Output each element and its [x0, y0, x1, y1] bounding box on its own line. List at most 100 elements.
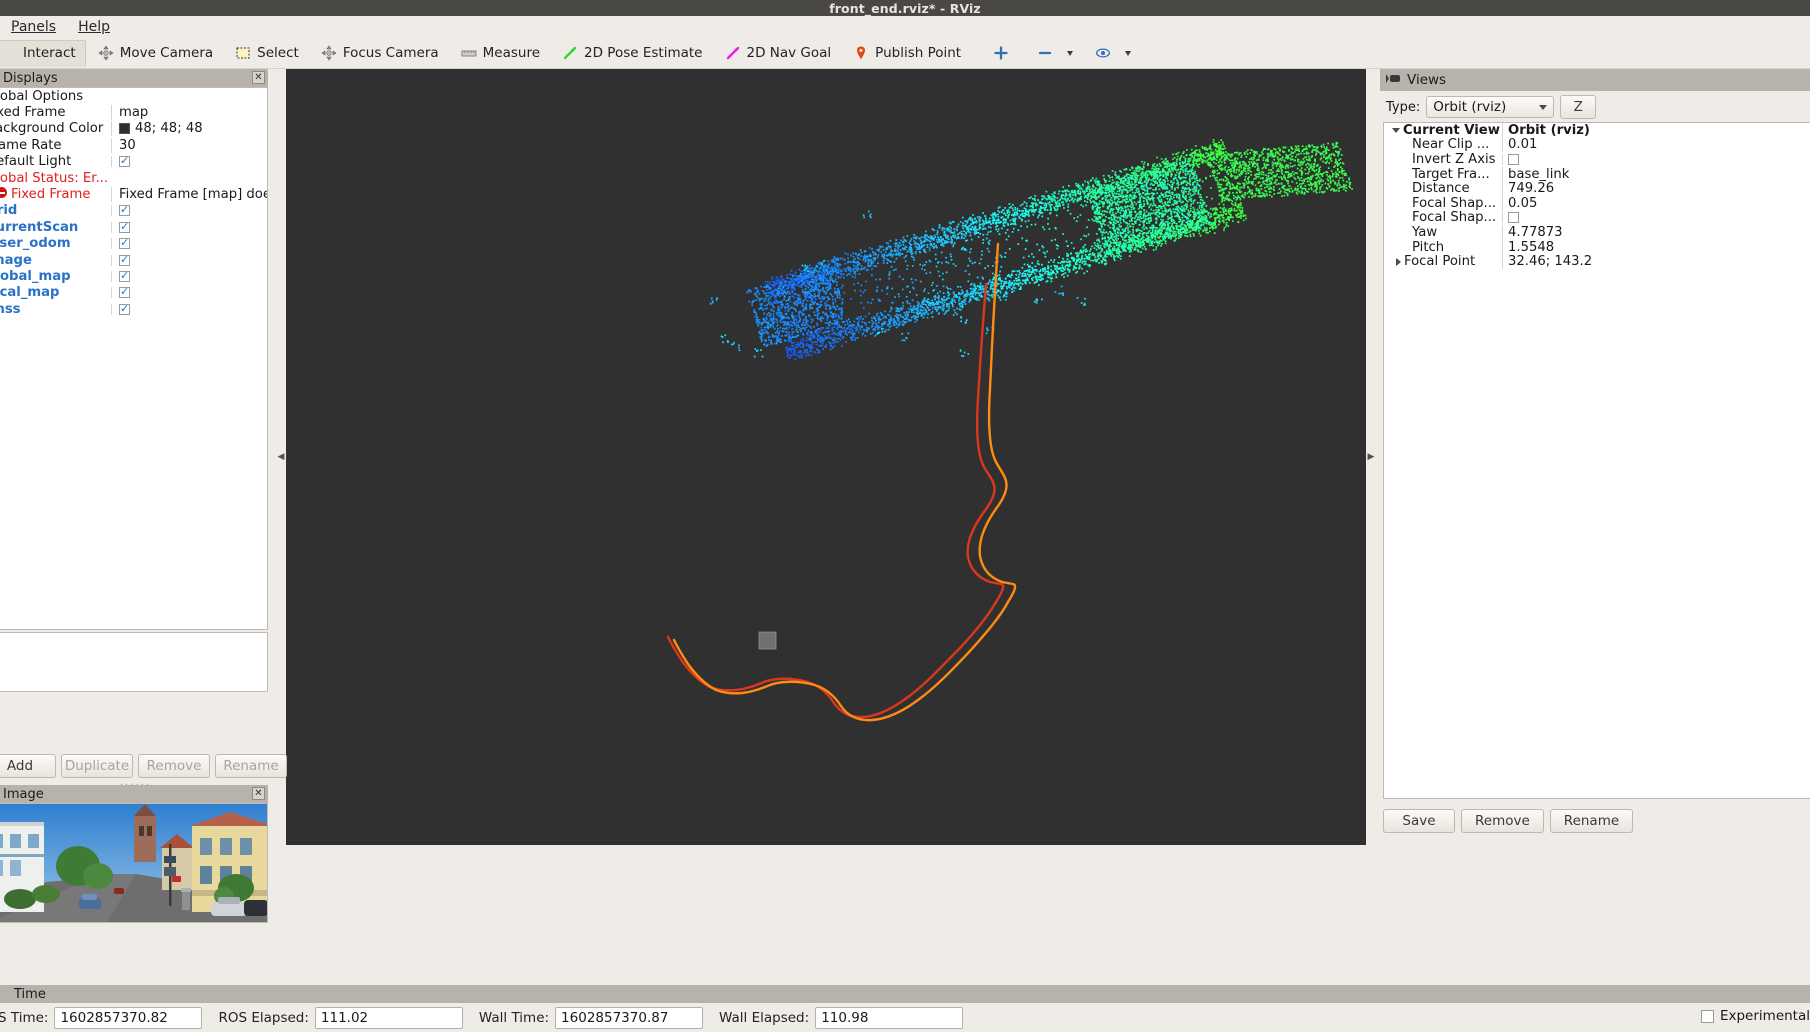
display-enable-checkbox[interactable] — [119, 205, 130, 217]
display-enable-checkbox[interactable] — [119, 238, 130, 250]
view-property-value[interactable]: 0.05 — [1502, 195, 1810, 211]
view-property-row[interactable]: Focal Shap... 0.05 — [1384, 195, 1810, 211]
view-property-value[interactable]: Orbit (rviz) — [1502, 123, 1810, 138]
view-property-key: Invert Z Axis — [1412, 151, 1496, 167]
chevron-down-icon-2[interactable] — [1125, 50, 1132, 56]
view-property-value[interactable]: 32.46; 143.2 — [1502, 254, 1810, 270]
tool-2d-nav-goal-label: 2D Nav Goal — [746, 45, 832, 61]
views-save-button[interactable]: Save — [1383, 809, 1455, 833]
color-swatch[interactable] — [119, 123, 130, 135]
views-remove-button[interactable]: Remove — [1461, 809, 1544, 833]
view-property-value[interactable] — [1502, 153, 1810, 165]
display-row[interactable]: Fixed FrameFixed Frame [map] doe... — [0, 186, 267, 203]
display-enable-checkbox[interactable] — [119, 287, 130, 299]
tool-move-camera[interactable]: Move Camera — [88, 40, 223, 67]
view-type-combobox[interactable]: Orbit (rviz) — [1426, 96, 1555, 118]
time-field-value[interactable]: 1602857370.82 — [54, 1006, 203, 1029]
experimental-toggle[interactable]: Experimental — [1700, 1008, 1810, 1024]
display-enable-checkbox[interactable] — [119, 270, 130, 282]
view-property-checkbox[interactable] — [1508, 212, 1519, 224]
tool-2d-nav-goal[interactable]: 2D Nav Goal — [715, 40, 842, 67]
view-property-value[interactable]: 749.26 — [1502, 181, 1810, 197]
display-row[interactable]: Image — [0, 252, 267, 268]
chevron-down-icon[interactable] — [1067, 50, 1074, 56]
image-close-button[interactable]: ✕ — [252, 787, 265, 800]
view-property-value[interactable]: 4.77873 — [1502, 224, 1810, 240]
view-property-row[interactable]: Near Clip ... 0.01 — [1384, 137, 1810, 153]
display-row[interactable]: Global Options — [0, 88, 267, 104]
time-field-value[interactable]: 110.98 — [815, 1006, 964, 1029]
tool-2d-pose-estimate[interactable]: 2D Pose Estimate — [552, 40, 712, 67]
display-row[interactable]: Fixed Frame map — [0, 104, 267, 121]
view-property-row[interactable]: Pitch 1.5548 — [1384, 239, 1810, 255]
display-row-value[interactable]: Fixed Frame [map] doe... — [111, 187, 267, 203]
display-row[interactable]: Frame Rate 30 — [0, 137, 267, 153]
display-row[interactable]: laser_odom — [0, 236, 267, 252]
view-property-checkbox[interactable] — [1508, 153, 1519, 165]
experimental-checkbox[interactable] — [1700, 1009, 1714, 1023]
display-row-value[interactable] — [111, 238, 267, 250]
view-property-value[interactable]: 1.5548 — [1502, 239, 1810, 255]
menu-panels[interactable]: Panels — [0, 17, 67, 37]
display-row[interactable]: local_map — [0, 285, 267, 301]
view-property-row[interactable]: Focal Point 32.46; 143.2 — [1384, 254, 1810, 270]
display-enable-checkbox[interactable] — [119, 303, 130, 315]
menu-help[interactable]: Help — [67, 17, 121, 37]
display-row-value[interactable] — [111, 287, 267, 299]
display-enable-checkbox[interactable] — [119, 156, 130, 168]
displays-close-button[interactable]: ✕ — [252, 71, 265, 84]
display-enable-checkbox[interactable] — [119, 221, 130, 233]
time-field-value[interactable]: 111.02 — [314, 1006, 463, 1029]
views-rename-button[interactable]: Rename — [1549, 809, 1634, 833]
view-property-row[interactable]: Current View Orbit (rviz) — [1384, 123, 1810, 138]
camera-image-view[interactable] — [0, 803, 268, 923]
view-property-row[interactable]: Yaw 4.77873 — [1384, 224, 1810, 240]
tool-publish-point[interactable]: Publish Point — [843, 40, 971, 67]
displays-tree[interactable]: Global OptionsFixed FramemapBackground C… — [0, 87, 268, 630]
tool-interact-label: Interact — [23, 45, 76, 61]
view-property-row[interactable]: Focal Shap... — [1384, 210, 1810, 225]
views-tree[interactable]: Current View Orbit (rviz) Near Clip ... 0.0… — [1383, 122, 1810, 799]
tool-remove[interactable] — [1027, 40, 1083, 67]
tool-visibility[interactable] — [1085, 40, 1141, 67]
display-row[interactable]: gnss — [0, 301, 267, 317]
display-row[interactable]: Background Color 48; 48; 48 — [0, 121, 267, 137]
tool-focus-camera[interactable]: Focus Camera — [311, 40, 449, 67]
expand-triangle-down-icon[interactable] — [1392, 127, 1400, 133]
display-row[interactable]: Default Light — [0, 154, 267, 170]
tool-add[interactable] — [983, 40, 1025, 67]
tool-interact[interactable]: Interact — [0, 39, 86, 67]
render-viewport-3d[interactable] — [286, 69, 1366, 845]
display-enable-checkbox[interactable] — [119, 254, 130, 266]
zero-view-button[interactable]: Z — [1560, 95, 1597, 119]
display-row[interactable]: CurrentScan — [0, 219, 267, 235]
time-field-value[interactable]: 1602857370.87 — [555, 1006, 704, 1029]
view-property-row[interactable]: Invert Z Axis — [1384, 152, 1810, 167]
tool-select[interactable]: Select — [225, 40, 309, 67]
display-row-value[interactable]: 30 — [111, 137, 267, 153]
right-splitter-handle[interactable]: ▶ — [1366, 69, 1376, 845]
expand-triangle-right-icon[interactable] — [1396, 257, 1401, 266]
display-row-value[interactable]: 48; 48; 48 — [111, 121, 267, 137]
view-property-row[interactable]: Distance 749.26 — [1384, 181, 1810, 197]
display-row-value[interactable] — [111, 156, 267, 168]
view-property-value[interactable]: base_link — [1502, 166, 1810, 182]
view-property-value[interactable]: 0.01 — [1502, 137, 1810, 153]
display-row-value[interactable] — [111, 221, 267, 233]
view-property-row[interactable]: Target Fra... base_link — [1384, 166, 1810, 182]
left-splitter-handle[interactable]: ◀ — [276, 69, 286, 845]
view-property-value[interactable] — [1502, 212, 1810, 224]
views-type-label: Type: — [1386, 99, 1421, 115]
time-title-label: Time — [14, 986, 46, 1002]
display-row[interactable]: Global Status: Er... — [0, 170, 267, 186]
display-row-value[interactable] — [111, 270, 267, 282]
tool-measure[interactable]: Measure — [451, 40, 550, 67]
display-row-value[interactable] — [111, 254, 267, 266]
display-row-value[interactable] — [111, 205, 267, 217]
display-row-value[interactable]: map — [111, 105, 267, 121]
displays-add-button[interactable]: Add — [0, 754, 56, 778]
display-row-value[interactable] — [111, 303, 267, 315]
display-property-editor[interactable] — [0, 632, 268, 692]
display-row[interactable]: global_map — [0, 268, 267, 284]
display-row[interactable]: Grid — [0, 203, 267, 219]
